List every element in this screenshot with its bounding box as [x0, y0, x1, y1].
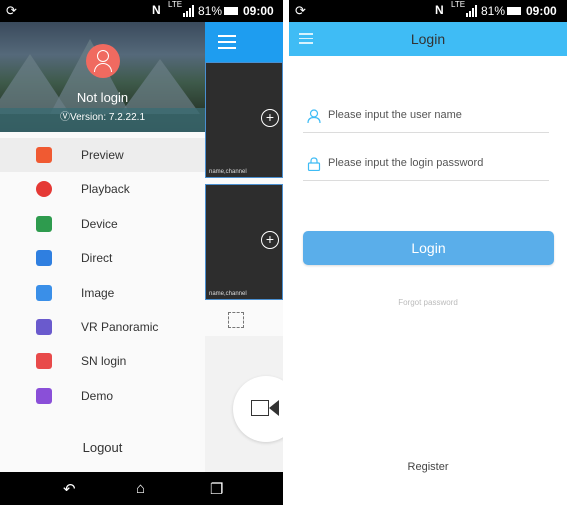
demo-play-icon	[36, 387, 52, 404]
login-title-bar: Login	[289, 22, 567, 56]
menu-item-image[interactable]: Image	[0, 276, 205, 310]
channel-label: name,channel	[209, 169, 247, 175]
register-link[interactable]: Register	[289, 461, 567, 473]
video-channel-2[interactable]: + name,channel	[205, 184, 283, 300]
battery-percent: 81%	[481, 4, 506, 18]
video-channel-1[interactable]: + name,channel	[205, 62, 283, 178]
user-icon	[307, 109, 321, 123]
menu-item-demo[interactable]: Demo	[0, 379, 205, 413]
login-button[interactable]: Login	[303, 231, 554, 265]
lte-icon: LTE	[451, 0, 466, 9]
sync-icon: ⟳	[295, 3, 306, 18]
version-icon: Ⓥ	[59, 112, 70, 123]
username-field[interactable]: Please input the user name	[303, 106, 549, 133]
battery-percent: 81%	[198, 4, 223, 18]
image-icon	[36, 284, 52, 301]
nfc-icon: N	[152, 3, 161, 17]
logout-button[interactable]: Logout	[0, 440, 205, 455]
drawer-menu: Preview Playback Device Direct Image VR …	[0, 138, 205, 413]
navigation-drawer: Not login ⓋVersion: 7.2.22.1 Preview Pla…	[0, 22, 205, 472]
lock-icon	[307, 157, 321, 171]
add-channel-icon[interactable]: +	[261, 231, 279, 249]
status-bar: ⟳ N LTE 81% 09:00	[0, 0, 283, 22]
menu-item-direct[interactable]: Direct	[0, 241, 205, 275]
recent-apps-icon[interactable]: ❐	[210, 480, 223, 498]
menu-item-playback[interactable]: Playback	[0, 172, 205, 206]
add-channel-icon[interactable]: +	[261, 109, 279, 127]
channel-label: name,channel	[209, 291, 247, 297]
menu-item-sn-login[interactable]: SN login	[0, 344, 205, 378]
password-field[interactable]: Please input the login password	[303, 154, 549, 181]
video-camera-icon	[251, 400, 269, 416]
fullscreen-icon[interactable]	[228, 312, 244, 328]
username-placeholder: Please input the user name	[328, 109, 462, 121]
user-status: Not login	[76, 90, 129, 105]
lte-icon: LTE	[168, 0, 183, 9]
direct-link-icon	[36, 250, 52, 267]
clock: 09:00	[243, 4, 274, 18]
playback-clock-icon	[36, 181, 52, 198]
menu-item-device[interactable]: Device	[0, 207, 205, 241]
page-title: Login	[410, 31, 446, 47]
forgot-password-link[interactable]: Forgot password	[289, 298, 567, 307]
password-placeholder: Please input the login password	[328, 157, 484, 169]
vr-panoramic-icon	[36, 318, 52, 335]
clock: 09:00	[526, 4, 557, 18]
system-nav-bar: ↶ ⌂ ❐	[0, 472, 283, 505]
home-icon[interactable]: ⌂	[136, 480, 145, 497]
right-screen: ⟳ N LTE 81% 09:00 Login Please input the…	[289, 0, 567, 505]
signal-icon	[183, 5, 194, 17]
drawer-header: Not login ⓋVersion: 7.2.22.1	[0, 22, 205, 132]
menu-item-vr-panoramic[interactable]: VR Panoramic	[0, 310, 205, 344]
battery-icon	[224, 7, 238, 15]
left-screen: ⟳ N LTE 81% 09:00 + name,channel + name,…	[0, 0, 283, 505]
video-camera-icon	[36, 147, 52, 163]
record-button[interactable]	[233, 376, 283, 442]
app-version: ⓋVersion: 7.2.22.1	[59, 112, 146, 123]
menu-item-preview[interactable]: Preview	[0, 138, 205, 173]
preview-toolbar	[205, 22, 283, 62]
menu-icon[interactable]	[218, 35, 236, 49]
device-icon	[36, 215, 52, 232]
battery-icon	[507, 7, 521, 15]
back-icon[interactable]: ↶	[63, 480, 76, 498]
signal-icon	[466, 5, 477, 17]
nfc-icon: N	[435, 3, 444, 17]
sync-icon: ⟳	[6, 3, 17, 18]
sn-login-icon	[36, 353, 52, 370]
status-bar: ⟳ N LTE 81% 09:00	[289, 0, 567, 22]
avatar[interactable]	[86, 44, 120, 78]
record-area	[205, 336, 283, 472]
